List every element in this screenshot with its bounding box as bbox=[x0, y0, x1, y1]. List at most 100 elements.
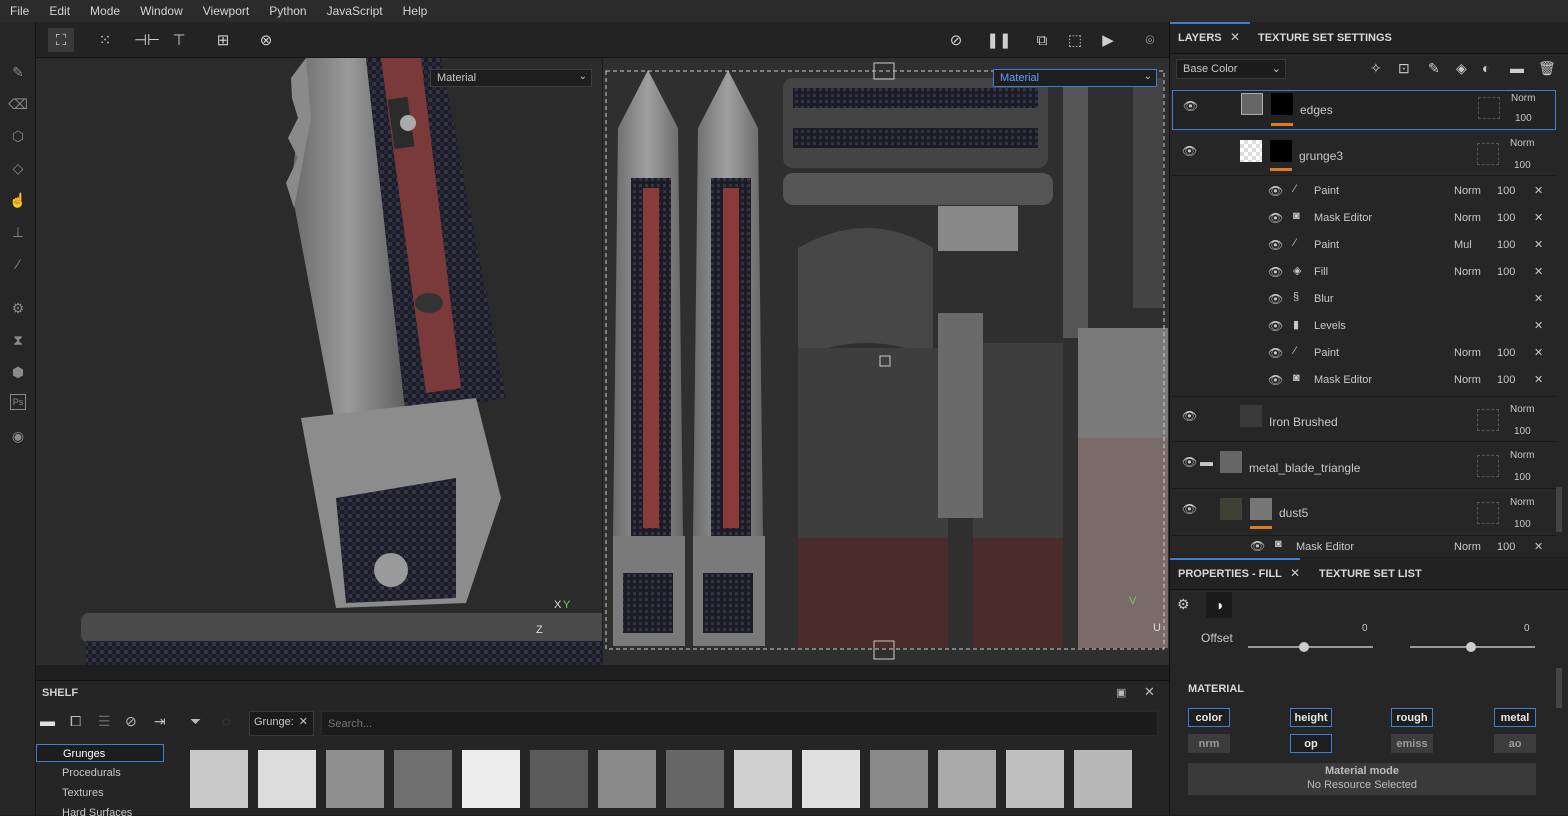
blend-mode[interactable]: Norm bbox=[1454, 347, 1481, 359]
import-icon[interactable]: ⇥ bbox=[154, 713, 166, 730]
menu-python[interactable]: Python bbox=[259, 4, 316, 18]
channel-nrm-toggle[interactable]: nrm bbox=[1188, 734, 1230, 753]
grunge-thumbnail[interactable] bbox=[938, 750, 996, 808]
layer-row-grunge3[interactable]: 👁 grunge3 Norm 100 bbox=[1172, 134, 1556, 176]
eye-icon[interactable]: 👁 bbox=[1182, 144, 1197, 158]
filter-icon[interactable]: ⏷ bbox=[190, 713, 201, 730]
add-folder-icon[interactable]: ▬ bbox=[1510, 60, 1524, 76]
shelf-category-textures[interactable]: Textures bbox=[36, 784, 164, 802]
channel-color-toggle[interactable]: color bbox=[1188, 708, 1230, 727]
effect-opacity[interactable]: 100 bbox=[1497, 266, 1515, 278]
blend-mode[interactable]: Norm bbox=[1454, 185, 1481, 197]
material-sphere-icon[interactable]: ◑ bbox=[1206, 592, 1232, 618]
channel-metal-toggle[interactable]: metal bbox=[1494, 708, 1536, 727]
pause-icon[interactable]: ❚❚ bbox=[986, 28, 1012, 52]
shelf-category-hard-surfaces[interactable]: Hard Surfaces bbox=[36, 804, 164, 816]
grunge-thumbnail[interactable] bbox=[1006, 750, 1064, 808]
effect-opacity[interactable]: 100 bbox=[1497, 185, 1515, 197]
close-icon[interactable]: ✕ bbox=[1534, 373, 1543, 386]
layer-row-dust5[interactable]: 👁 dust5 Norm 100 bbox=[1172, 490, 1556, 536]
effect-opacity[interactable]: 100 bbox=[1497, 347, 1515, 359]
grunge-thumbnail[interactable] bbox=[326, 750, 384, 808]
grunge-thumbnail[interactable] bbox=[598, 750, 656, 808]
offset-u-value[interactable]: 0 bbox=[1362, 623, 1368, 634]
add-paint-layer-icon[interactable]: ✎ bbox=[1428, 60, 1440, 77]
viewport-3d[interactable]: Material ⌄ X Y Z bbox=[36, 58, 602, 665]
menu-window[interactable]: Window bbox=[130, 4, 193, 18]
close-icon[interactable]: ✕ bbox=[1534, 265, 1543, 278]
eye-icon[interactable]: 👁 bbox=[1182, 455, 1197, 469]
polygon-fill-icon[interactable]: ◇ bbox=[8, 158, 28, 178]
camera-icon[interactable]: ▶ bbox=[1095, 28, 1121, 52]
smudge-icon[interactable]: ☝ bbox=[8, 190, 28, 210]
hide-icon[interactable]: ⊘ bbox=[125, 713, 137, 730]
stack-icon[interactable]: ☰ bbox=[98, 713, 111, 730]
layer-row-edges[interactable]: 👁 edges Norm 100 bbox=[1172, 90, 1556, 130]
channel-emiss-toggle[interactable]: emiss bbox=[1391, 734, 1433, 753]
properties-settings-icon[interactable]: ⚙ bbox=[1177, 596, 1190, 613]
close-icon[interactable]: ✕ bbox=[1534, 292, 1543, 305]
shelf-category-procedurals[interactable]: Procedurals bbox=[36, 764, 164, 782]
layer-opacity[interactable]: 100 bbox=[1514, 426, 1531, 437]
photoshop-export-icon[interactable]: Ps bbox=[10, 394, 26, 410]
grunge-thumbnail[interactable] bbox=[734, 750, 792, 808]
blend-mode[interactable]: Norm bbox=[1511, 93, 1535, 104]
offset-u-slider-handle[interactable] bbox=[1299, 642, 1310, 652]
close-icon[interactable]: ✕ bbox=[299, 715, 308, 728]
channel-op-toggle[interactable]: op bbox=[1290, 734, 1332, 753]
tab-texture-set-settings[interactable]: TEXTURE SET SETTINGS bbox=[1258, 32, 1392, 44]
settings-gear-icon[interactable]: ⚙ bbox=[8, 298, 28, 318]
grunge-thumbnail[interactable] bbox=[462, 750, 520, 808]
blend-mode[interactable]: Norm bbox=[1510, 404, 1534, 415]
menu-viewport[interactable]: Viewport bbox=[193, 4, 259, 18]
effect-row-paint[interactable]: 👁 ⁄ Paint Norm 100 ✕ bbox=[1268, 340, 1556, 367]
effect-opacity[interactable]: 100 bbox=[1497, 541, 1515, 553]
grunge-thumbnail[interactable] bbox=[530, 750, 588, 808]
split-view-icon[interactable]: ⧉ bbox=[1029, 28, 1055, 52]
menu-javascript[interactable]: JavaScript bbox=[317, 4, 393, 18]
layer-row-metal-blade-triangle[interactable]: 👁 ▬ metal_blade_triangle Norm 100 bbox=[1172, 443, 1556, 489]
viewport-2d[interactable]: Material ⌄ V U bbox=[603, 58, 1169, 665]
mirror-y-icon[interactable]: ⊤ bbox=[166, 28, 192, 52]
material-select-2d[interactable]: Material ⌄ bbox=[993, 69, 1157, 87]
eye-icon[interactable]: 👁 bbox=[1182, 409, 1197, 423]
blend-mode[interactable]: Norm bbox=[1454, 212, 1481, 224]
grunge-thumbnail[interactable] bbox=[802, 750, 860, 808]
eye-icon[interactable]: 👁 bbox=[1183, 99, 1198, 113]
eye-icon[interactable]: 👁 bbox=[1268, 211, 1283, 225]
cube-bake-icon[interactable]: ⬢ bbox=[8, 362, 28, 382]
channel-height-toggle[interactable]: height bbox=[1290, 708, 1332, 727]
folder-icon[interactable]: ▬ bbox=[1200, 454, 1213, 469]
grid-select-icon[interactable]: ⁙ bbox=[92, 28, 118, 52]
grunge-thumbnail[interactable] bbox=[258, 750, 316, 808]
grunge-thumbnail[interactable] bbox=[666, 750, 724, 808]
tab-properties-fill[interactable]: PROPERTIES - FILL bbox=[1178, 568, 1282, 580]
tab-texture-set-list[interactable]: TEXTURE SET LIST bbox=[1319, 568, 1422, 580]
menu-edit[interactable]: Edit bbox=[39, 4, 80, 18]
add-mask-icon[interactable]: ⊡ bbox=[1398, 60, 1410, 77]
shelf-category-grunges[interactable]: Grunges bbox=[36, 744, 164, 762]
eye-icon[interactable]: 👁 bbox=[1268, 238, 1283, 252]
layers-scrollbar[interactable] bbox=[1556, 487, 1562, 532]
grunge-thumbnail[interactable] bbox=[870, 750, 928, 808]
add-fill-layer-icon[interactable]: ◈ bbox=[1456, 60, 1467, 77]
blend-mode[interactable]: Norm bbox=[1510, 138, 1534, 149]
blend-mode[interactable]: Norm bbox=[1454, 541, 1481, 553]
grunge-thumbnail[interactable] bbox=[394, 750, 452, 808]
eraser-icon[interactable]: ⌫ bbox=[8, 94, 28, 114]
reset-view-icon[interactable]: ⊗ bbox=[253, 28, 279, 52]
channel-ao-toggle[interactable]: ao bbox=[1494, 734, 1536, 753]
channel-rough-toggle[interactable]: rough bbox=[1391, 708, 1433, 727]
eye-icon[interactable]: 👁 bbox=[1268, 265, 1283, 279]
tab-layers[interactable]: LAYERS bbox=[1178, 32, 1222, 44]
close-icon[interactable]: ✕ bbox=[1534, 346, 1543, 359]
effect-row-mask-editor[interactable]: 👁 ◙ Mask Editor Norm 100 ✕ bbox=[1268, 367, 1556, 394]
refresh-icon[interactable]: ◌ bbox=[222, 713, 230, 729]
grunge-thumbnail[interactable] bbox=[190, 750, 248, 808]
eye-icon[interactable]: 👁 bbox=[1182, 502, 1197, 516]
offset-v-value[interactable]: 0 bbox=[1524, 623, 1530, 634]
properties-scrollbar[interactable] bbox=[1556, 668, 1562, 708]
material-mode-button[interactable]: Material mode No Resource Selected bbox=[1188, 763, 1536, 795]
add-frame-icon[interactable]: ⊞ bbox=[210, 28, 236, 52]
blend-mode[interactable]: Norm bbox=[1510, 450, 1534, 461]
